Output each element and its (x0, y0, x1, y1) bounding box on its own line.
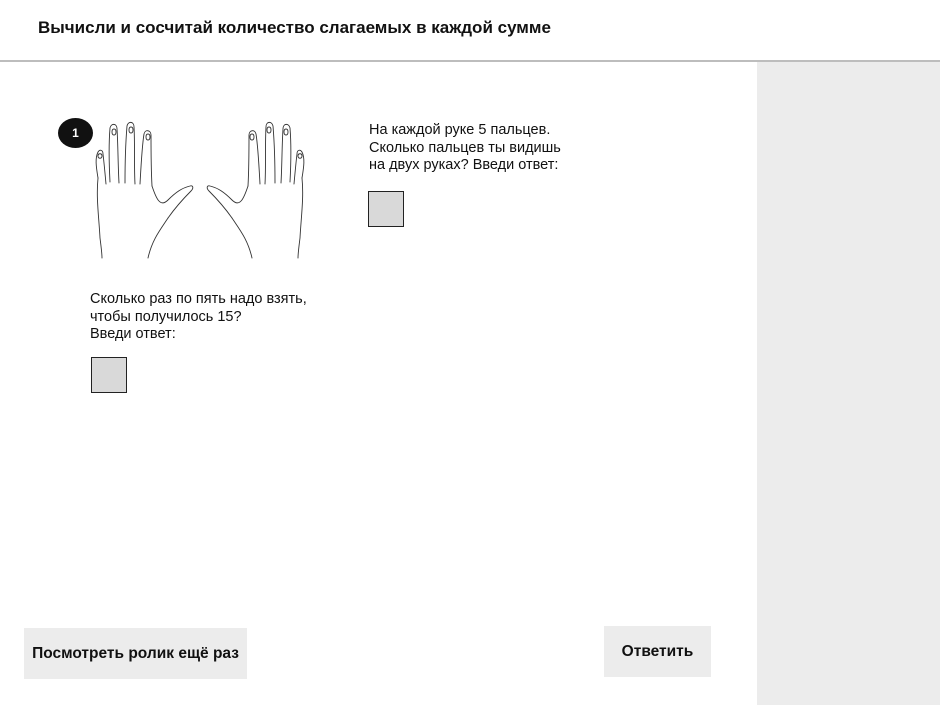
question-2-answer-input[interactable] (91, 357, 127, 393)
question-1-line: на двух руках? Введи ответ: (369, 157, 559, 173)
question-2-line: Сколько раз по пять надо взять, (90, 291, 307, 307)
submit-answer-button[interactable]: Ответить (604, 626, 711, 677)
question-1-line: Сколько пальцев ты видишь (369, 139, 561, 156)
right-hand-icon (206, 121, 305, 259)
page: Вычисли и сосчитай количество слагаемых … (0, 0, 940, 705)
question-2-line: чтобы получилось 15? (90, 308, 242, 325)
question-1-line: На каждой руке 5 пальцев. (369, 122, 551, 138)
task-number-badge: 1 (58, 118, 93, 148)
question-1-answer-input[interactable] (368, 191, 404, 227)
header: Вычисли и сосчитай количество слагаемых … (0, 0, 940, 62)
question-2-line: Введи ответ: (90, 326, 176, 342)
left-hand-icon (95, 121, 194, 259)
right-sidebar (757, 62, 940, 705)
question-1-text: На каждой руке 5 пальцев. Сколько пальце… (369, 122, 599, 175)
two-hands-icon (95, 121, 305, 259)
replay-video-button[interactable]: Посмотреть ролик ещё раз (24, 628, 247, 679)
page-title: Вычисли и сосчитай количество слагаемых … (38, 18, 551, 37)
question-2-text: Сколько раз по пять надо взять, чтобы по… (90, 291, 340, 344)
